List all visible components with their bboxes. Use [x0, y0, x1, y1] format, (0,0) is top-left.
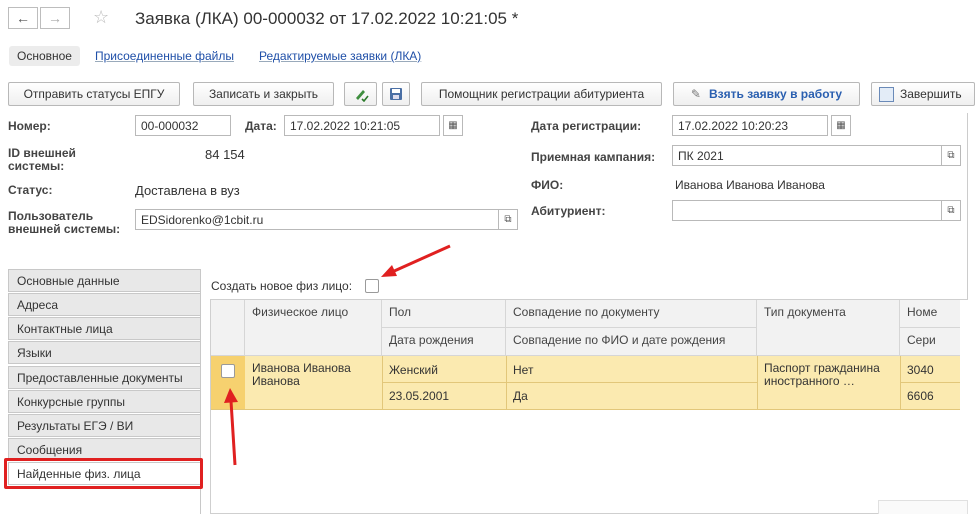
annotation-arrow-icon [224, 388, 238, 466]
annotation-arrows [224, 244, 451, 466]
annotation-arrow-icon [381, 244, 451, 277]
